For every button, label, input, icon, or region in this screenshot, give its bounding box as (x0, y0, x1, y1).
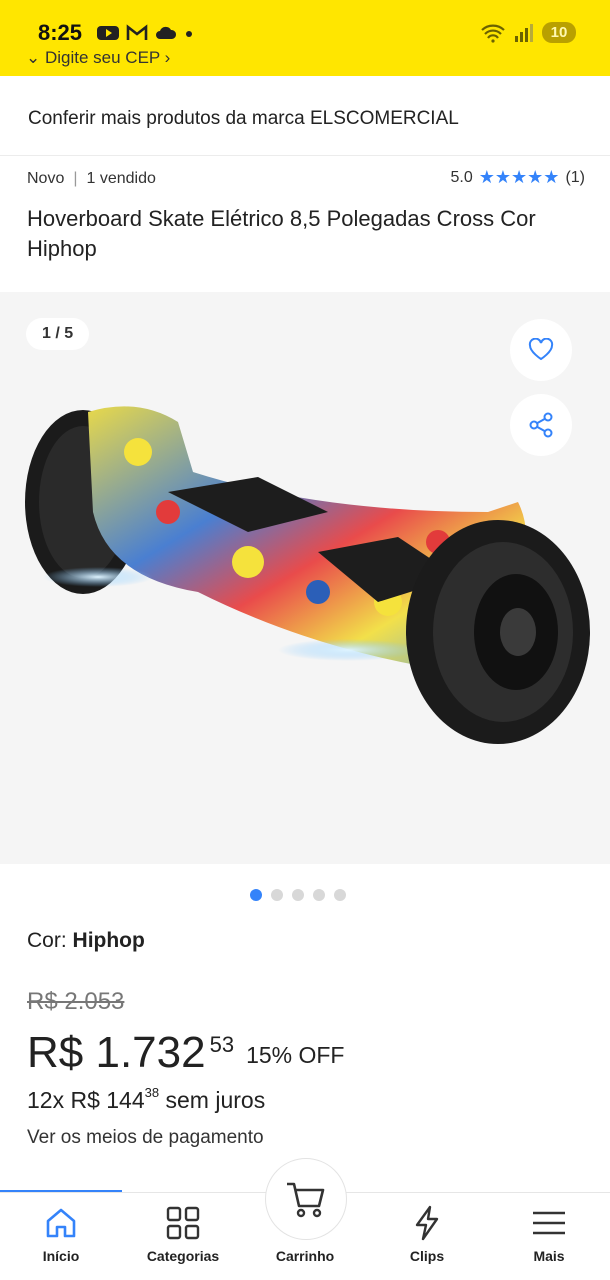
nav-label-mais: Mais (533, 1248, 565, 1264)
favorite-button[interactable] (510, 319, 572, 381)
installment-info: 12x R$ 14438 sem juros (27, 1085, 266, 1114)
youtube-icon (97, 26, 119, 40)
heart-icon (528, 338, 554, 361)
gallery-pagination (250, 889, 346, 901)
signal-icon (515, 23, 533, 42)
current-price: R$ 1.732 53 15% OFF (27, 1026, 344, 1080)
rating-value: 5.0 (450, 168, 473, 186)
condition-label: Novo (27, 170, 65, 187)
battery-indicator: 10 (542, 22, 576, 43)
divider (0, 155, 610, 156)
cep-location-link[interactable]: ⌄ Digite seu CEP › (26, 48, 170, 68)
notification-icons (96, 24, 194, 42)
hoverboard-product-image (25, 406, 590, 744)
price-main: R$ 1.732 (27, 1028, 206, 1077)
color-variant: Cor: Hiphop (27, 929, 145, 953)
color-label: Cor: (27, 929, 67, 952)
price-cents: 53 (209, 1032, 235, 1057)
nav-item-clips[interactable]: Clips (366, 1193, 488, 1280)
product-gallery[interactable]: 1 / 5 (0, 292, 610, 864)
rating-summary[interactable]: 5.0 ★★★★★ (1) (451, 167, 586, 188)
home-icon (46, 1208, 76, 1238)
status-bar: 8:25 10 ⌄ Digite seu CEP › (0, 0, 610, 76)
grid-icon (166, 1206, 200, 1240)
nav-label-inicio: Início (42, 1248, 80, 1264)
discount-badge: 15% OFF (246, 1042, 345, 1068)
installment-amount: 12x R$ 144 (27, 1087, 145, 1113)
pagination-dot-3[interactable] (292, 889, 304, 901)
nav-item-inicio[interactable]: Início (0, 1193, 122, 1280)
brand-products-link[interactable]: Conferir mais produtos da marca ELSCOMER… (28, 108, 459, 130)
pagination-dot-5[interactable] (334, 889, 346, 901)
product-meta-row: Novo | 1 vendido 5.0 ★★★★★ (1) (27, 167, 587, 191)
cart-icon (287, 1182, 325, 1218)
nav-label-carrinho: Carrinho (275, 1248, 335, 1264)
sold-count: 1 vendido (86, 170, 156, 187)
lightning-icon (415, 1205, 439, 1241)
meta-separator: | (73, 170, 78, 187)
nav-item-categorias[interactable]: Categorias (122, 1193, 244, 1280)
gmail-icon (126, 24, 148, 40)
nav-label-clips: Clips (409, 1248, 445, 1264)
pagination-dot-4[interactable] (313, 889, 325, 901)
product-title: Hoverboard Skate Elétrico 8,5 Polegadas … (27, 206, 536, 261)
star-rating-icon: ★★★★★ (478, 167, 560, 187)
menu-icon (533, 1211, 565, 1235)
installment-cents: 38 (144, 1085, 160, 1100)
clock: 8:25 (38, 20, 83, 45)
payment-methods-link[interactable]: Ver os meios de pagamento (27, 1127, 264, 1149)
wifi-icon (481, 24, 505, 43)
pagination-dot-1[interactable] (250, 889, 262, 901)
nav-item-mais[interactable]: Mais (488, 1193, 610, 1280)
notification-dot-icon (186, 31, 192, 37)
installment-suffix: sem juros (165, 1087, 266, 1113)
original-price: R$ 2.053 (27, 988, 125, 1015)
system-icons: 10 (480, 22, 576, 43)
pagination-dot-2[interactable] (271, 889, 283, 901)
color-value: Hiphop (72, 929, 145, 952)
nav-label-categorias: Categorias (146, 1248, 220, 1264)
cart-button[interactable] (265, 1158, 347, 1240)
rating-count: (1) (565, 168, 585, 186)
image-counter: 1 / 5 (26, 318, 90, 350)
cep-peek-text: Digite seu CEP (44, 48, 160, 67)
cloud-icon (156, 26, 177, 39)
